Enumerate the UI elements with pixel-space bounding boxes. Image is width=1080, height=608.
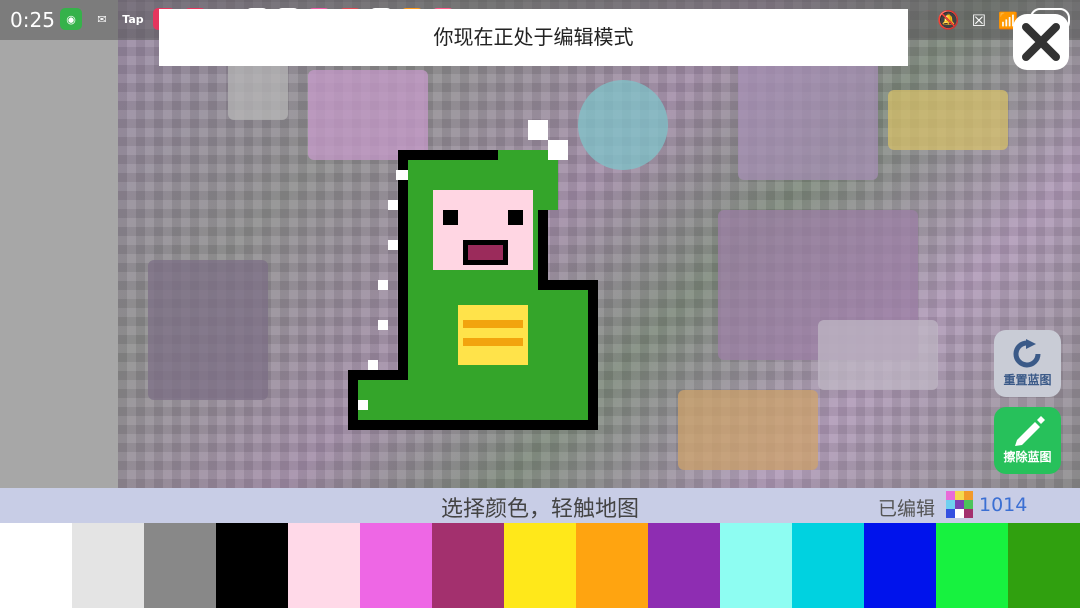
mute-bell-icon: 🔕 — [937, 9, 960, 31]
color-swatch-4[interactable] — [216, 523, 288, 608]
close-icon — [1022, 23, 1060, 61]
reset-blueprint-label: 重置蓝图 — [1003, 373, 1052, 387]
color-swatch-9[interactable] — [576, 523, 648, 608]
status-time: 0:25 — [10, 8, 55, 32]
color-swatch-1[interactable] — [0, 523, 72, 608]
android-app-icon: ◉ — [60, 8, 82, 30]
color-swatch-11[interactable] — [720, 523, 792, 608]
color-swatch-3[interactable] — [144, 523, 216, 608]
pencil-icon — [1014, 416, 1045, 446]
color-swatch-12[interactable] — [792, 523, 864, 608]
color-swatch-6[interactable] — [360, 523, 432, 608]
edit-mode-text: 你现在正处于编辑模式 — [433, 25, 634, 49]
color-swatch-14[interactable] — [936, 523, 1008, 608]
color-swatch-7[interactable] — [432, 523, 504, 608]
color-swatch-13[interactable] — [864, 523, 936, 608]
pixel-blocks-icon — [946, 491, 973, 518]
color-swatch-15[interactable] — [1008, 523, 1080, 608]
left-gutter — [0, 0, 118, 488]
erase-blueprint-label: 擦除蓝图 — [1003, 450, 1052, 464]
taptap-icon: Tap — [122, 12, 144, 26]
pixel-map-canvas[interactable] — [118, 0, 1080, 488]
refresh-icon — [1013, 339, 1040, 368]
map-region — [678, 390, 818, 470]
color-palette — [0, 523, 1080, 608]
reset-blueprint-button[interactable]: 重置蓝图 — [994, 330, 1061, 397]
color-swatch-10[interactable] — [648, 523, 720, 608]
map-region — [738, 60, 878, 180]
info-bar: 选择颜色，轻触地图 已编辑 1014 — [0, 488, 1080, 523]
map-region — [818, 320, 938, 390]
map-region — [228, 60, 288, 120]
edited-label: 已编辑 — [878, 498, 936, 520]
erase-blueprint-button[interactable]: 擦除蓝图 — [994, 407, 1061, 474]
edited-count: 1014 — [979, 494, 1028, 516]
wechat-icon: ✉ — [97, 12, 107, 26]
map-region — [148, 260, 268, 400]
sim-off-icon: ☒ — [971, 10, 987, 30]
edit-mode-banner: 你现在正处于编辑模式 — [159, 9, 908, 66]
dinosaur-pixel-art — [348, 120, 598, 430]
color-swatch-2[interactable] — [72, 523, 144, 608]
color-swatch-8[interactable] — [504, 523, 576, 608]
close-button[interactable] — [1013, 14, 1069, 70]
color-swatch-5[interactable] — [288, 523, 360, 608]
map-region — [888, 90, 1008, 150]
